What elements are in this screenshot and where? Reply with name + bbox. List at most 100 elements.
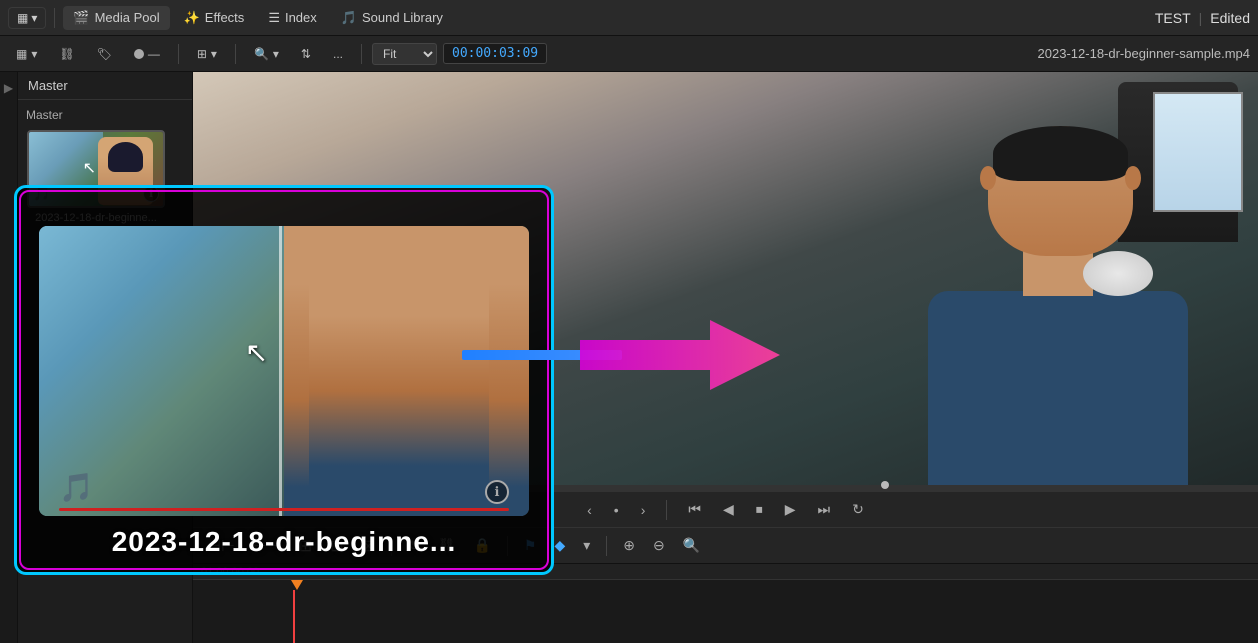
link-icon: ⛓ bbox=[59, 47, 74, 61]
tooltip-label: 2023-12-18-dr-beginne... bbox=[112, 516, 457, 572]
sub-title: Master bbox=[26, 108, 184, 122]
zoom-fit-icon: 🔍 bbox=[683, 537, 700, 554]
person-ear-right bbox=[1125, 166, 1141, 190]
grid-chevron-icon: ▾ bbox=[211, 47, 217, 61]
loop-icon: ↻ bbox=[852, 501, 864, 517]
dash-icon: — bbox=[148, 47, 160, 61]
loop-btn[interactable]: ↻ bbox=[847, 498, 869, 521]
panel-toggle-btn[interactable]: ▦ ▾ bbox=[8, 44, 45, 64]
app-status: Edited bbox=[1210, 10, 1250, 26]
play-btn[interactable]: ▶ bbox=[780, 498, 801, 521]
right-angle-icon: › bbox=[641, 502, 646, 518]
lt-info-icon[interactable]: ℹ bbox=[485, 480, 509, 504]
chevron-down-icon: ▾ bbox=[583, 537, 590, 554]
go-end-btn[interactable]: ⏭ bbox=[813, 498, 836, 521]
zoom-in-icon: ⊕ bbox=[623, 537, 635, 554]
sort-btn[interactable]: ⇅ bbox=[293, 44, 319, 64]
app-title: TEST bbox=[1155, 10, 1191, 26]
panel-chevron-icon: ▾ bbox=[31, 47, 37, 61]
stop-btn[interactable]: ⏹ bbox=[751, 498, 768, 521]
step-back-btn[interactable]: ◀ bbox=[718, 498, 739, 521]
next-frame-btn[interactable]: › bbox=[636, 499, 651, 521]
fit-select[interactable]: Fit 25% 50% 100% bbox=[372, 43, 437, 65]
filename-label: 2023-12-18-dr-beginner-sample.mp4 bbox=[1038, 46, 1250, 61]
person-ear-left bbox=[980, 166, 996, 190]
person-body bbox=[908, 151, 1208, 491]
left-angle-icon: ‹ bbox=[587, 502, 592, 518]
dot-btn[interactable]: — bbox=[126, 44, 168, 64]
sort-icon: ⇅ bbox=[301, 47, 311, 61]
zoom-fit-btn[interactable]: 🔍 bbox=[677, 534, 706, 557]
index-icon: ☰ bbox=[268, 10, 280, 26]
lt-cursor-icon: ↖ bbox=[245, 336, 268, 369]
timecode-display: 00:00:03:09 bbox=[443, 43, 547, 64]
tab-media-pool[interactable]: 🎬 Media Pool bbox=[63, 6, 169, 30]
tb2-sep2 bbox=[235, 44, 236, 64]
timeline-area: 01:00:00:00 bbox=[193, 563, 1258, 643]
effects-icon: ✨ bbox=[184, 10, 200, 26]
person-hair bbox=[993, 126, 1128, 181]
tab-sound-library[interactable]: 🎵 Sound Library bbox=[331, 6, 453, 30]
zoom-out-btn[interactable]: ⊖ bbox=[647, 534, 671, 557]
toolbar2: ▦ ▾ ⛓ 🏷 — ⊞ ▾ 🔍 ▾ ⇅ ... Fit 25% 50% 100%… bbox=[0, 36, 1258, 72]
et-sep3 bbox=[606, 536, 607, 556]
tooltip-overlay: ↖ 🎵 ℹ 2023-12-18-dr-beginne... bbox=[14, 185, 554, 575]
media-pool-icon: 🎬 bbox=[73, 10, 89, 26]
badge-icon: 🏷 bbox=[97, 47, 112, 61]
effects-label: Effects bbox=[205, 10, 245, 25]
go-start-icon: ⏮ bbox=[688, 501, 701, 517]
large-thumb: ↖ 🎵 ℹ bbox=[39, 226, 529, 516]
lt-music-icon: 🎵 bbox=[59, 471, 94, 504]
microphone bbox=[1083, 251, 1153, 296]
person-shirt bbox=[928, 291, 1188, 491]
index-label: Index bbox=[285, 10, 317, 25]
search-icon: 🔍 bbox=[254, 47, 269, 61]
zoom-in-btn[interactable]: ⊕ bbox=[617, 534, 641, 557]
orange-marker bbox=[291, 580, 303, 590]
blue-connector-bar bbox=[462, 350, 622, 360]
lt-progress-bar bbox=[59, 508, 509, 511]
grid-view-btn[interactable]: ⊞ ▾ bbox=[189, 44, 225, 64]
zoom-out-icon: ⊖ bbox=[653, 537, 665, 554]
badge-btn[interactable]: 🏷 bbox=[89, 44, 120, 64]
prev-frame-btn[interactable]: ‹ bbox=[582, 499, 597, 521]
lt-person bbox=[309, 241, 489, 491]
tab-index[interactable]: ☰ Index bbox=[258, 6, 326, 30]
step-back-icon: ◀ bbox=[723, 501, 734, 517]
sound-library-icon: 🎵 bbox=[341, 10, 357, 26]
go-end-icon: ⏭ bbox=[818, 501, 831, 517]
top-bar: ▦ ▾ 🎬 Media Pool ✨ Effects ☰ Index 🎵 Sou… bbox=[0, 0, 1258, 36]
diamond-icon: ◆ bbox=[554, 537, 565, 554]
search-btn[interactable]: 🔍 ▾ bbox=[246, 44, 287, 64]
panel-header: Master bbox=[18, 72, 192, 100]
chevron-dropdown-btn[interactable]: ▾ bbox=[577, 534, 596, 557]
more-btn[interactable]: ... bbox=[325, 44, 351, 64]
preview-progress-handle-2[interactable] bbox=[881, 481, 889, 489]
stop-icon: ⏹ bbox=[756, 501, 763, 517]
marker-triangle bbox=[291, 580, 303, 590]
app-title-area: TEST | Edited bbox=[1155, 10, 1250, 26]
cursor-icon: ↖ bbox=[83, 158, 96, 178]
tb2-sep3 bbox=[361, 44, 362, 64]
dot-center-icon: • bbox=[614, 502, 619, 518]
pb-sep1 bbox=[666, 500, 667, 520]
link-btn[interactable]: ⛓ bbox=[51, 44, 82, 64]
panel-toggle-icon: ▦ bbox=[16, 47, 27, 61]
window-menu-btn[interactable]: ▦ ▾ bbox=[8, 7, 46, 29]
lt-face bbox=[309, 241, 489, 491]
tab-effects[interactable]: ✨ Effects bbox=[174, 6, 255, 30]
dot-marker-btn[interactable]: • bbox=[609, 499, 624, 521]
more-icon: ... bbox=[333, 47, 343, 61]
timeline-playhead[interactable] bbox=[293, 590, 295, 643]
window-icon: ▦ bbox=[17, 11, 28, 25]
sound-library-label: Sound Library bbox=[362, 10, 443, 25]
timeline-track[interactable] bbox=[193, 580, 1258, 643]
window-chevron-icon: ▾ bbox=[31, 11, 37, 25]
title-sep: | bbox=[1199, 10, 1203, 26]
person-head bbox=[988, 126, 1133, 256]
dot-icon bbox=[134, 49, 144, 59]
media-pool-label: Media Pool bbox=[95, 10, 160, 25]
grid-icon: ⊞ bbox=[197, 47, 207, 61]
go-start-btn[interactable]: ⏮ bbox=[683, 498, 706, 521]
side-nav-expand[interactable]: ▶ bbox=[1, 80, 17, 96]
